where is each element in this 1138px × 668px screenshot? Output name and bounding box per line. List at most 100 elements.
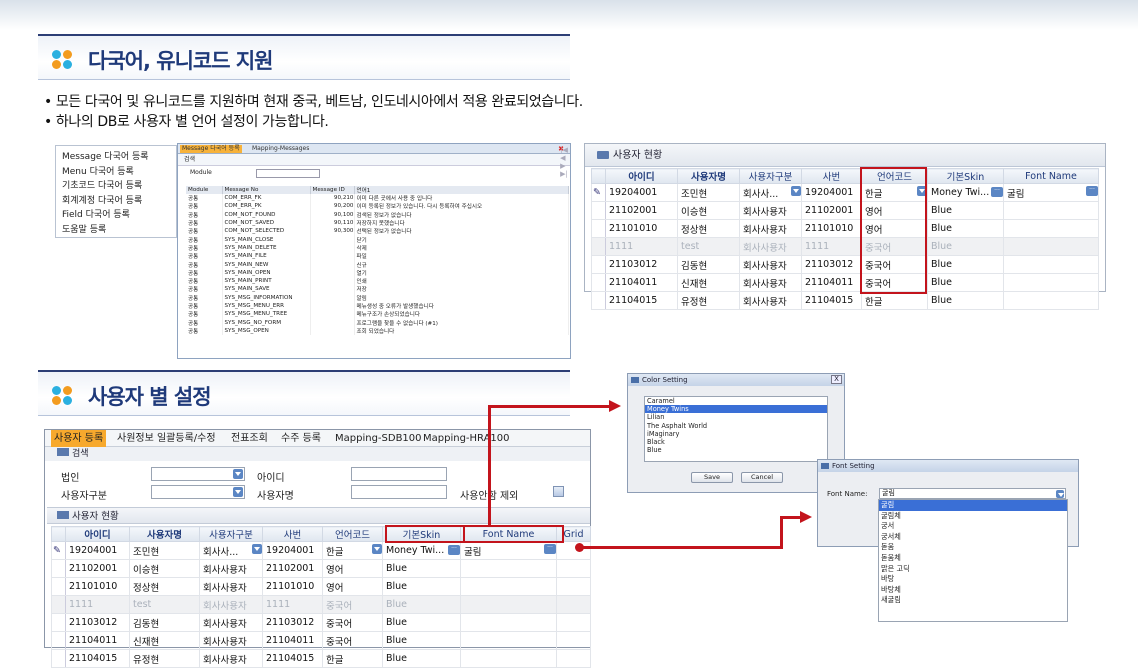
table-row[interactable]: 21104011 신재현 회사사용자 21104011 중국어 Blue (51, 631, 591, 650)
table-row[interactable]: 공통 SYS_MAIN_OPEN 열기 (186, 268, 569, 277)
table-row[interactable]: ✎ 19204001 조민현 회사사... 19204001 한글 Money Twi...… (591, 183, 1099, 202)
user-name-input[interactable] (351, 485, 447, 499)
table-cell[interactable] (460, 631, 557, 650)
list-item[interactable]: Blue (645, 446, 827, 454)
tab-message[interactable]: Message 다국어 등록 (180, 145, 242, 153)
table-row[interactable]: 공통 SYS_MSG_NO_FORM 프로그램을 찾을 수 없습니다 (#1) (186, 318, 569, 327)
list-item[interactable]: 굴림체 (879, 511, 1067, 522)
table-row[interactable]: 공통 COM_NOT_SAVED 90,110 저장하지 못했습니다 (186, 218, 569, 228)
list-item[interactable]: Black (645, 438, 827, 446)
exclude-checkbox[interactable] (553, 486, 564, 497)
tab-voucher[interactable]: 전표조회 (231, 430, 268, 447)
table-cell[interactable] (1003, 219, 1099, 238)
table-cell[interactable]: 중국어 (322, 631, 383, 650)
close-icon[interactable]: X (831, 375, 842, 384)
table-cell[interactable]: 한글 (861, 291, 928, 310)
table-row[interactable]: ✎ 19204001 조민현 회사사... 19204001 한글 Money Twi...… (51, 541, 591, 560)
table-cell[interactable]: Blue (927, 255, 1004, 274)
list-item[interactable]: iMaginary (645, 430, 827, 438)
chevron-down-icon[interactable] (372, 543, 382, 554)
table-cell[interactable]: 영어 (322, 577, 383, 596)
table-row[interactable]: 공통 SYS_MAIN_SAVE 저장 (186, 285, 569, 294)
corp-select[interactable] (151, 467, 245, 481)
table-cell[interactable]: Blue (927, 291, 1004, 310)
list-item[interactable]: 맑은 고딕 (879, 564, 1067, 575)
table-row[interactable]: 공통 SYS_MAIN_NEW 신규 (186, 260, 569, 269)
table-row[interactable]: 공통 SYS_MSG_OPEN 조회 되었습니다 (186, 326, 569, 336)
list-item[interactable]: 돋움체 (879, 553, 1067, 564)
table-row[interactable]: 21104015 유정현 회사사용자 21104015 한글 Blue (51, 649, 591, 668)
list-item[interactable]: The Asphalt World (645, 422, 827, 430)
table-row[interactable]: 21104015 유정현 회사사용자 21104015 한글 Blue (591, 291, 1099, 310)
table-cell[interactable]: Money Twi... ··· (927, 183, 1004, 202)
table-cell[interactable]: 중국어 (322, 613, 383, 632)
table-cell[interactable]: Money Twi... ··· (382, 541, 461, 560)
table-cell[interactable]: Blue (382, 631, 461, 650)
chevron-down-icon[interactable] (252, 543, 262, 554)
menu-item[interactable]: 회계계정 다국어 등록 (62, 194, 170, 209)
table-row[interactable]: 공통 SYS_MSG_INFORMATION 알림 (186, 293, 569, 302)
save-button[interactable]: Save (691, 472, 733, 483)
table-row[interactable]: 공통 SYS_MAIN_PRINT 인쇄 (186, 276, 569, 286)
list-item[interactable]: Caramel (645, 397, 827, 405)
font-name-select[interactable]: 굴림 (879, 488, 1066, 499)
table-cell[interactable]: 한글 (322, 649, 383, 668)
menu-item[interactable]: Field 다국어 등록 (62, 208, 170, 223)
list-item[interactable]: 궁서 (879, 521, 1067, 532)
menu-item[interactable]: Message 다국어 등록 (62, 150, 170, 165)
table-row[interactable]: 21102001 이승현 회사사용자 21102001 영어 Blue (591, 201, 1099, 220)
menu-item[interactable]: 기초코드 다국어 등록 (62, 179, 170, 194)
module-select[interactable] (256, 169, 320, 178)
table-row[interactable]: 1111 test 회사사용자 1111 중국어 Blue (591, 237, 1099, 256)
tab-mapping-hra[interactable]: Mapping-HRA100 (423, 430, 510, 447)
table-cell[interactable] (460, 649, 557, 668)
table-cell[interactable] (1003, 237, 1099, 256)
table-row[interactable]: 21101010 정상현 회사사용자 21101010 영어 Blue (591, 219, 1099, 238)
table-cell[interactable] (460, 613, 557, 632)
table-row[interactable]: 공통 SYS_MAIN_DELETE 삭제 (186, 243, 569, 253)
user-id-input[interactable] (351, 467, 447, 481)
table-cell[interactable]: Blue (927, 237, 1004, 256)
menu-item[interactable]: 도움말 등록 (62, 223, 170, 238)
table-cell[interactable]: Blue (927, 219, 1004, 238)
table-cell[interactable]: Blue (382, 649, 461, 668)
tab-order[interactable]: 수주 등록 (281, 430, 321, 447)
list-item[interactable]: 궁서체 (879, 532, 1067, 543)
table-cell[interactable]: 굴림 ··· (460, 541, 557, 560)
list-item[interactable]: 돋움 (879, 542, 1067, 553)
table-cell[interactable]: Blue (382, 559, 461, 578)
ellipsis-button[interactable]: ··· (448, 545, 460, 555)
table-row[interactable]: 공통 COM_NOT_SELECTED 90,300 선택된 정보가 없습니다 (186, 227, 569, 236)
list-item[interactable]: Lilian (645, 413, 827, 421)
table-cell[interactable] (1003, 273, 1099, 292)
table-cell[interactable] (460, 559, 557, 578)
table-cell[interactable]: 중국어 (322, 595, 383, 614)
table-row[interactable]: 21103012 김동현 회사사용자 21103012 중국어 Blue (51, 613, 591, 632)
table-row[interactable]: 21104011 신재현 회사사용자 21104011 중국어 Blue (591, 273, 1099, 292)
table-cell[interactable]: 굴림 ··· (1003, 183, 1099, 202)
tab-user-register[interactable]: 사용자 등록 (51, 430, 107, 447)
table-cell[interactable]: Blue (382, 595, 461, 614)
table-cell[interactable]: Blue (927, 201, 1004, 220)
table-row[interactable]: 공통 SYS_MSG_MENU_TREE 메뉴구조가 손상되었습니다 (186, 310, 569, 319)
nav-arrows[interactable]: |◀ ◀ ▶ ▶| ✖ (556, 145, 568, 178)
table-row[interactable]: 공통 SYS_MAIN_CLOSE 닫기 (186, 235, 569, 244)
table-cell[interactable] (460, 595, 557, 614)
ellipsis-button[interactable]: ··· (1086, 185, 1098, 196)
table-cell[interactable] (1003, 291, 1099, 310)
list-item[interactable]: 굴림 (879, 500, 1067, 511)
table-row[interactable]: 공통 COM_NOT_FOUND 90,100 검색된 정보가 없습니다 (186, 210, 569, 219)
font-list[interactable]: 굴림 굴림체 궁서 궁서체 돋움 돋움체 맑은 고딕 바탕 바탕체 새굴림 (878, 499, 1068, 622)
tab-employee-bulk[interactable]: 사원정보 일괄등록/수정 (117, 430, 216, 447)
cancel-button[interactable]: Cancel (741, 472, 783, 483)
list-item[interactable]: Money Twins (645, 405, 827, 414)
list-item[interactable]: 새굴림 (879, 595, 1067, 606)
table-row[interactable]: 공통 SYS_MSG_MENU_ERR 메뉴생성 중 오류가 발생했습니다 (186, 301, 569, 311)
tab-mapping[interactable]: Mapping-Messages (250, 145, 311, 153)
table-cell[interactable]: 한글 (322, 541, 383, 560)
table-row[interactable]: 1111 test 회사사용자 1111 중국어 Blue (51, 595, 591, 614)
table-row[interactable]: 21102001 이승현 회사사용자 21102001 영어 Blue (51, 559, 591, 578)
ellipsis-button[interactable]: ··· (991, 187, 1003, 197)
tab-mapping-sdb[interactable]: Mapping-SDB100 (335, 430, 422, 447)
table-cell[interactable]: Blue (382, 613, 461, 632)
